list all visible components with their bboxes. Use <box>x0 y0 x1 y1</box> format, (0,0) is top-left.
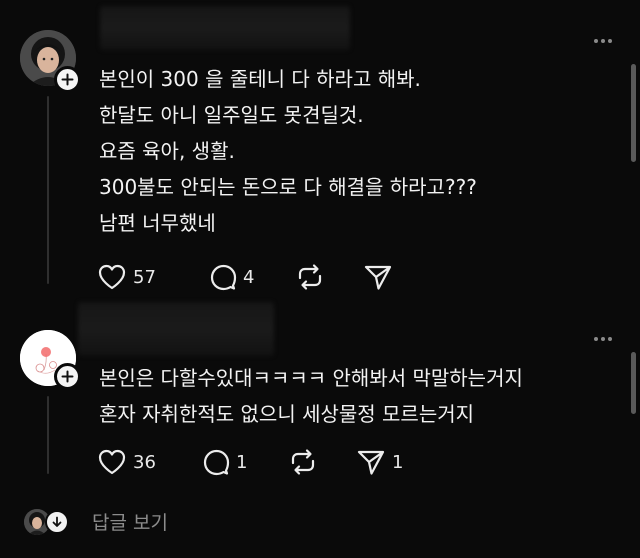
more-options-button[interactable] <box>594 39 612 43</box>
thread-view: 본인이 300 을 줄테니 다 하라고 해봐. 한달도 아니 일주일도 못견딜것… <box>0 0 640 558</box>
repost-icon <box>298 264 322 290</box>
plus-icon <box>61 370 74 383</box>
post-text-line: 남편 너무했네 <box>99 211 216 235</box>
speech-bubble-icon <box>210 264 237 291</box>
arrow-down-icon <box>52 516 62 527</box>
action-bar: 36 1 1 <box>97 447 403 477</box>
heart-icon <box>98 449 126 475</box>
comment-button[interactable]: 1 <box>202 447 288 477</box>
post-text: 본인이 300 을 줄테니 다 하라고 해봐. 한달도 아니 일주일도 못견딜것… <box>99 61 477 241</box>
heart-icon <box>98 264 126 290</box>
more-options-button[interactable] <box>594 337 612 341</box>
view-replies-link[interactable]: 답글 보기 <box>92 508 168 535</box>
reply-post-1: 본인이 300 을 줄테니 다 하라고 해봐. 한달도 아니 일주일도 못견딜것… <box>0 0 640 310</box>
repost-icon <box>291 449 315 475</box>
reply-post-2: 본인은 다할수있대ㅋㅋㅋㅋ 안해봐서 막말하는거지 혼자 자취한적도 없으니 세… <box>0 302 640 498</box>
like-count: 36 <box>133 451 156 473</box>
follow-button[interactable] <box>54 363 81 390</box>
comment-count: 1 <box>236 451 248 473</box>
share-button[interactable] <box>363 262 399 292</box>
paper-plane-icon <box>357 450 385 475</box>
comment-button[interactable]: 4 <box>209 262 295 292</box>
like-button[interactable]: 57 <box>97 262 209 292</box>
post-text-line: 혼자 자취한적도 없으니 세상물정 모르는거지 <box>99 402 475 426</box>
post-text: 본인은 다할수있대ㅋㅋㅋㅋ 안해봐서 막말하는거지 혼자 자취한적도 없으니 세… <box>99 360 523 432</box>
share-button[interactable]: 1 <box>356 447 403 477</box>
speech-bubble-icon <box>203 449 230 476</box>
repost-button[interactable] <box>288 447 356 477</box>
more-dots-icon <box>594 337 598 341</box>
paper-plane-icon <box>364 265 392 290</box>
thread-line <box>47 396 49 474</box>
post-text-line: 한달도 아니 일주일도 못견딜것. <box>99 103 364 127</box>
view-replies-row[interactable]: 답글 보기 <box>24 508 168 535</box>
scrollbar[interactable] <box>631 352 636 414</box>
more-dots-icon <box>594 39 598 43</box>
redacted-username <box>100 6 350 50</box>
redacted-username <box>78 302 274 356</box>
post-text-line: 300불도 안되는 돈으로 다 해결을 하라고??? <box>99 175 477 199</box>
post-text-line: 본인이 300 을 줄테니 다 하라고 해봐. <box>99 67 421 91</box>
post-text-line: 요즘 육아, 생활. <box>99 139 235 163</box>
like-button[interactable]: 36 <box>97 447 202 477</box>
post-text-line: 본인은 다할수있대ㅋㅋㅋㅋ 안해봐서 막말하는거지 <box>99 366 523 390</box>
like-count: 57 <box>133 266 156 288</box>
follow-button[interactable] <box>54 66 81 93</box>
expand-replies-button[interactable] <box>45 509 69 534</box>
scrollbar[interactable] <box>631 64 636 162</box>
thread-line <box>47 96 49 284</box>
action-bar: 57 4 <box>97 262 399 292</box>
share-count: 1 <box>392 451 404 473</box>
plus-icon <box>61 73 74 86</box>
comment-count: 4 <box>243 266 255 288</box>
repost-button[interactable] <box>295 262 363 292</box>
